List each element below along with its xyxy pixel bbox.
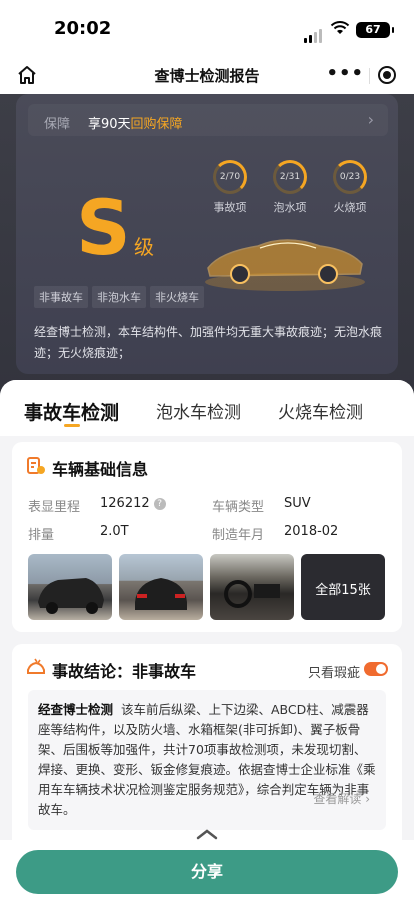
chevron-right-icon: › — [367, 110, 374, 129]
mileage-value: 126212? — [100, 496, 166, 511]
result-tags: 非事故车 非泡水车 非火烧车 — [34, 286, 208, 308]
tag-non-flood: 非泡水车 — [92, 286, 146, 308]
inspection-tabs: 事故车检测 泡水车检测 火烧车检测 — [0, 380, 414, 436]
defects-only-label: 只看瑕疵 — [307, 666, 360, 681]
guarantee-prefix: 享90天 — [88, 117, 131, 132]
all-photos-button[interactable]: 全部15张 — [301, 554, 385, 620]
basic-info-title: 车辆基础信息 — [52, 460, 149, 479]
car-photo-thumbnail[interactable] — [210, 554, 294, 620]
car-photo-image — [135, 578, 187, 610]
manufacture-date-label: 制造年月 — [212, 528, 265, 543]
conclusion-title: 事故结论：非事故车 — [52, 662, 197, 681]
stat-fire: 0/23 火烧项 — [326, 160, 374, 215]
tab-indicator — [64, 424, 80, 427]
guarantee-bar[interactable]: 保障 享90天回购保障 › — [28, 104, 388, 136]
displacement-label: 排量 — [28, 528, 55, 543]
car-photo-thumbnail[interactable] — [28, 554, 112, 620]
guarantee-highlight: 回购保障 — [130, 117, 183, 132]
displacement-value: 2.0T — [100, 524, 129, 539]
record-dot-icon — [383, 71, 391, 79]
vehicle-type-label: 车辆类型 — [212, 500, 265, 515]
stat-ring: 0/23 — [333, 160, 367, 194]
car-photo-image — [224, 580, 280, 608]
chevron-up-icon[interactable] — [190, 826, 224, 844]
defects-only-toggle[interactable] — [364, 662, 388, 676]
stat-ring: 2/31 — [273, 160, 307, 194]
car-illustration-icon — [205, 239, 365, 291]
toggle-knob — [376, 664, 386, 674]
basic-info-card: 车辆基础信息 表显里程 126212? 车辆类型 SUV 排量 2.0T 制造年… — [12, 442, 402, 632]
signal-icon — [304, 24, 324, 43]
tab-flood[interactable]: 泡水车检测 — [156, 398, 241, 423]
stat-accident: 2/70 事故项 — [206, 160, 254, 215]
nav-divider — [369, 68, 370, 84]
manufacture-date-value: 2018-02 — [284, 524, 339, 539]
stat-water: 2/31 泡水项 — [266, 160, 314, 215]
inspection-summary: 经查博士检测，本车结构件、加强件均无重大事故痕迹；无泡水痕迹；无火烧痕迹； — [34, 325, 383, 360]
help-icon[interactable]: ? — [153, 497, 166, 510]
tag-non-fire: 非火烧车 — [150, 286, 204, 308]
read-interpretation-link[interactable]: 查看解读 › — [313, 790, 370, 807]
close-miniprogram-button[interactable] — [378, 66, 396, 84]
car-photo-thumbnail[interactable] — [119, 554, 203, 620]
accident-car-icon — [27, 658, 45, 674]
status-bar: 20:02 67 — [0, 0, 414, 58]
conclusion-brand: 经查博士检测 — [38, 702, 114, 717]
guarantee-text: 享90天回购保障 — [88, 113, 183, 132]
nav-bar: 查博士检测报告 ••• — [0, 58, 414, 94]
share-button[interactable]: 分享 — [16, 850, 398, 894]
tag-non-accident: 非事故车 — [34, 286, 88, 308]
grade-letter: S — [76, 183, 131, 272]
guarantee-label: 保障 — [44, 117, 71, 132]
battery-icon: 67 — [356, 22, 394, 38]
stat-label: 事故项 — [213, 201, 247, 214]
report-hero: 保障 享90天回购保障 › S 级 2/70 事故项 2/31 泡水项 0/23… — [0, 94, 414, 394]
conclusion-box: 经查博士检测 该车前后纵梁、上下边梁、ABCD柱、减震器座等结构件，以及防火墙、… — [28, 690, 386, 830]
tab-accident[interactable]: 事故车检测 — [24, 398, 119, 425]
stat-label: 泡水项 — [273, 201, 307, 214]
grade-suffix: 级 — [134, 235, 154, 259]
mileage-number: 126212 — [100, 496, 150, 511]
all-photos-label: 全部15张 — [315, 583, 371, 598]
more-options-button[interactable]: ••• — [326, 64, 364, 84]
stat-label: 火烧项 — [333, 201, 367, 214]
vehicle-type-value: SUV — [284, 496, 311, 511]
tab-fire[interactable]: 火烧车检测 — [278, 398, 363, 423]
car-photo-image — [38, 578, 104, 614]
stat-ring: 2/70 — [213, 160, 247, 194]
status-time: 20:02 — [54, 18, 112, 39]
car-info-icon — [27, 457, 45, 474]
wifi-icon — [330, 21, 350, 34]
mileage-label: 表显里程 — [28, 500, 81, 515]
report-sheet: 事故车检测 泡水车检测 火烧车检测 车辆基础信息 表显里程 126212? 车辆… — [0, 380, 414, 900]
